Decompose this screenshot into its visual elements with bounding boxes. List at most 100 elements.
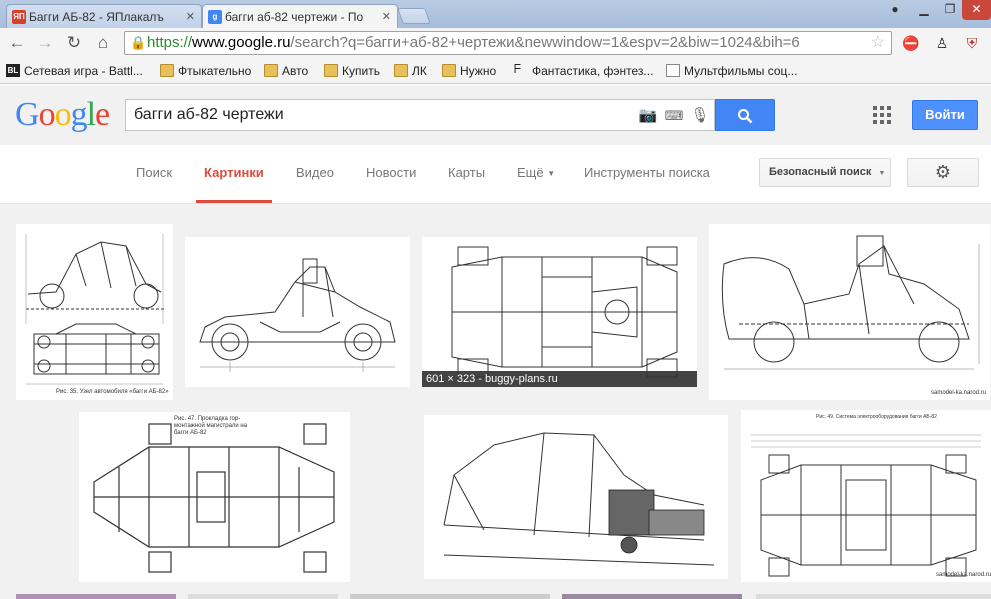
caret-down-icon: ▼	[878, 170, 886, 177]
safe-search-label: Безопасный поиск	[769, 166, 872, 178]
bookmark-folder[interactable]: ЛК	[394, 62, 427, 80]
url-scheme: https://	[147, 34, 193, 51]
folder-icon	[442, 64, 456, 77]
search-icon	[738, 109, 753, 124]
image-result[interactable]	[350, 594, 550, 599]
search-input[interactable]: багги аб-82 чертежи 📷 ⌨ 🎙	[125, 99, 715, 131]
folder-icon	[160, 64, 174, 77]
settings-button[interactable]: ⚙	[907, 158, 979, 187]
bl-icon: BL	[6, 64, 20, 77]
lock-icon: 🔒	[130, 35, 147, 50]
bookmark-item[interactable]: ᖴ Фантастика, фэнтез...	[514, 62, 653, 80]
bookmark-item[interactable]: Мультфильмы соц...	[666, 62, 797, 80]
image-hover-info: 601 × 323 - buggy-plans.ru	[422, 371, 697, 387]
back-arrow-icon[interactable]: ←	[6, 32, 28, 54]
sign-in-button[interactable]: Войти	[912, 100, 978, 130]
extension-figure-icon[interactable]: ♙	[932, 33, 952, 53]
caret-down-icon: ▼	[547, 169, 556, 179]
tab-news[interactable]: Новости	[366, 165, 416, 180]
buggy-side-detail-image	[721, 235, 980, 370]
bookmark-folder[interactable]: Авто	[264, 62, 308, 80]
active-tab-indicator	[196, 200, 272, 203]
extension-shield-icon[interactable]: ⛨	[962, 33, 982, 53]
image-result[interactable]	[562, 594, 742, 599]
google-favicon-icon: g	[208, 10, 222, 24]
bookmark-label: Фантастика, фэнтез...	[532, 64, 654, 78]
maximize-icon[interactable]: ❐	[938, 0, 962, 20]
image-result[interactable]: Рис. 49. Система электрооборудования баг…	[741, 410, 991, 582]
bookmark-label: ЛК	[412, 64, 427, 78]
image-caption: Рис. 35. Узел автомобиля «багги АБ-82»	[56, 389, 169, 395]
tab-title: багги аб-82 чертежи - По	[225, 10, 364, 24]
gear-icon: ⚙	[934, 162, 952, 182]
browser-tab-1[interactable]: ЯП Багги АБ-82 - ЯПлакалъ ✕	[6, 4, 202, 28]
image-result[interactable]: samodel-ka.narod.ru	[709, 224, 990, 400]
buggy-blueprint-image	[25, 234, 166, 385]
home-icon[interactable]: ⌂	[92, 32, 114, 54]
browser-tab-2[interactable]: g багги аб-82 чертежи - По ✕	[202, 4, 398, 28]
bookmark-label: Авто	[282, 64, 309, 78]
bookmark-folder[interactable]: Фтыкательно	[160, 62, 251, 80]
yaplakal-favicon-icon: ЯП	[12, 10, 26, 24]
minimize-icon[interactable]: ▁	[912, 0, 936, 20]
url-path: /search?q=багги+аб-82+чертежи&newwindow=…	[290, 34, 800, 51]
adblock-icon[interactable]: ⛔	[901, 33, 921, 53]
image-result[interactable]	[756, 594, 991, 599]
tab-images[interactable]: Картинки	[204, 165, 264, 180]
tab-title: Багги АБ-82 - ЯПлакалъ	[29, 10, 164, 24]
page-icon	[666, 64, 680, 77]
image-result[interactable]	[185, 237, 410, 387]
reload-icon[interactable]: ↻	[63, 32, 85, 54]
safe-search-button[interactable]: Безопасный поиск ▼	[759, 158, 891, 187]
bookmark-star-icon[interactable]: ☆	[871, 32, 885, 54]
bookmark-label: Нужно	[460, 64, 497, 78]
buggy-electrical-diagram-image	[751, 434, 981, 577]
tab-search-tools[interactable]: Инструменты поиска	[584, 165, 710, 180]
image-result[interactable]	[188, 594, 338, 599]
microphone-icon[interactable]: 🎙	[690, 106, 710, 126]
bookmark-label: Фтыкательно	[178, 64, 252, 78]
buggy-plumbing-diagram-image	[93, 423, 335, 573]
folder-icon	[324, 64, 338, 77]
tab-close-icon[interactable]: ✕	[382, 5, 391, 28]
search-button[interactable]	[715, 99, 775, 131]
buggy-frame-top-view-image	[451, 246, 678, 378]
image-result[interactable]: Рис. 47. Прокладка гор- монтажной магист…	[79, 412, 350, 582]
bookmark-item[interactable]: BL Сетевая игра - Battl...	[6, 62, 143, 80]
bookmark-label: Мультфильмы соц...	[684, 64, 798, 78]
buggy-side-view-image	[199, 258, 396, 372]
tab-video[interactable]: Видео	[296, 165, 334, 180]
tab-more[interactable]: Ещё ▼	[517, 165, 555, 180]
google-logo[interactable]: Google	[15, 96, 110, 134]
image-result[interactable]	[16, 594, 176, 599]
camera-icon[interactable]: 📷	[638, 106, 658, 126]
tab-maps[interactable]: Карты	[448, 165, 485, 180]
user-profile-icon[interactable]: ●	[884, 0, 906, 20]
url-host: www.google.ru	[192, 34, 291, 51]
address-bar[interactable]: 🔒 https://www.google.ru/search?q=багги+а…	[124, 31, 892, 55]
new-tab-button[interactable]	[397, 8, 431, 24]
search-query: багги аб-82 чертежи	[134, 106, 284, 123]
tab-search[interactable]: Поиск	[136, 165, 172, 180]
image-watermark: samodel-ka.narod.ru	[931, 390, 987, 396]
image-result[interactable]: Рис. 35. Узел автомобиля «багги АБ-82»	[16, 224, 173, 400]
image-result[interactable]	[424, 415, 728, 579]
forward-arrow-icon[interactable]: →	[34, 32, 56, 54]
bookmark-folder[interactable]: Купить	[324, 62, 380, 80]
bookmark-label: Купить	[342, 64, 380, 78]
image-watermark: samodel-ka.narod.ru	[936, 572, 991, 578]
folder-icon	[264, 64, 278, 77]
image-result[interactable]: 601 × 323 - buggy-plans.ru	[422, 237, 697, 387]
tab-more-label: Ещё	[517, 165, 544, 180]
keyboard-icon[interactable]: ⌨	[664, 106, 684, 126]
book-icon: ᖴ	[514, 62, 522, 76]
buggy-engine-frame-image	[443, 432, 715, 566]
folder-icon	[394, 64, 408, 77]
image-caption: Рис. 49. Система электрооборудования баг…	[816, 414, 937, 420]
close-window-icon[interactable]: ✕	[962, 0, 991, 20]
tab-close-icon[interactable]: ✕	[186, 5, 195, 28]
bookmark-folder[interactable]: Нужно	[442, 62, 496, 80]
image-caption: Рис. 47. Прокладка гор- монтажной магист…	[174, 416, 248, 436]
bookmark-label: Сетевая игра - Battl...	[24, 64, 143, 78]
apps-grid-icon[interactable]	[873, 106, 891, 124]
